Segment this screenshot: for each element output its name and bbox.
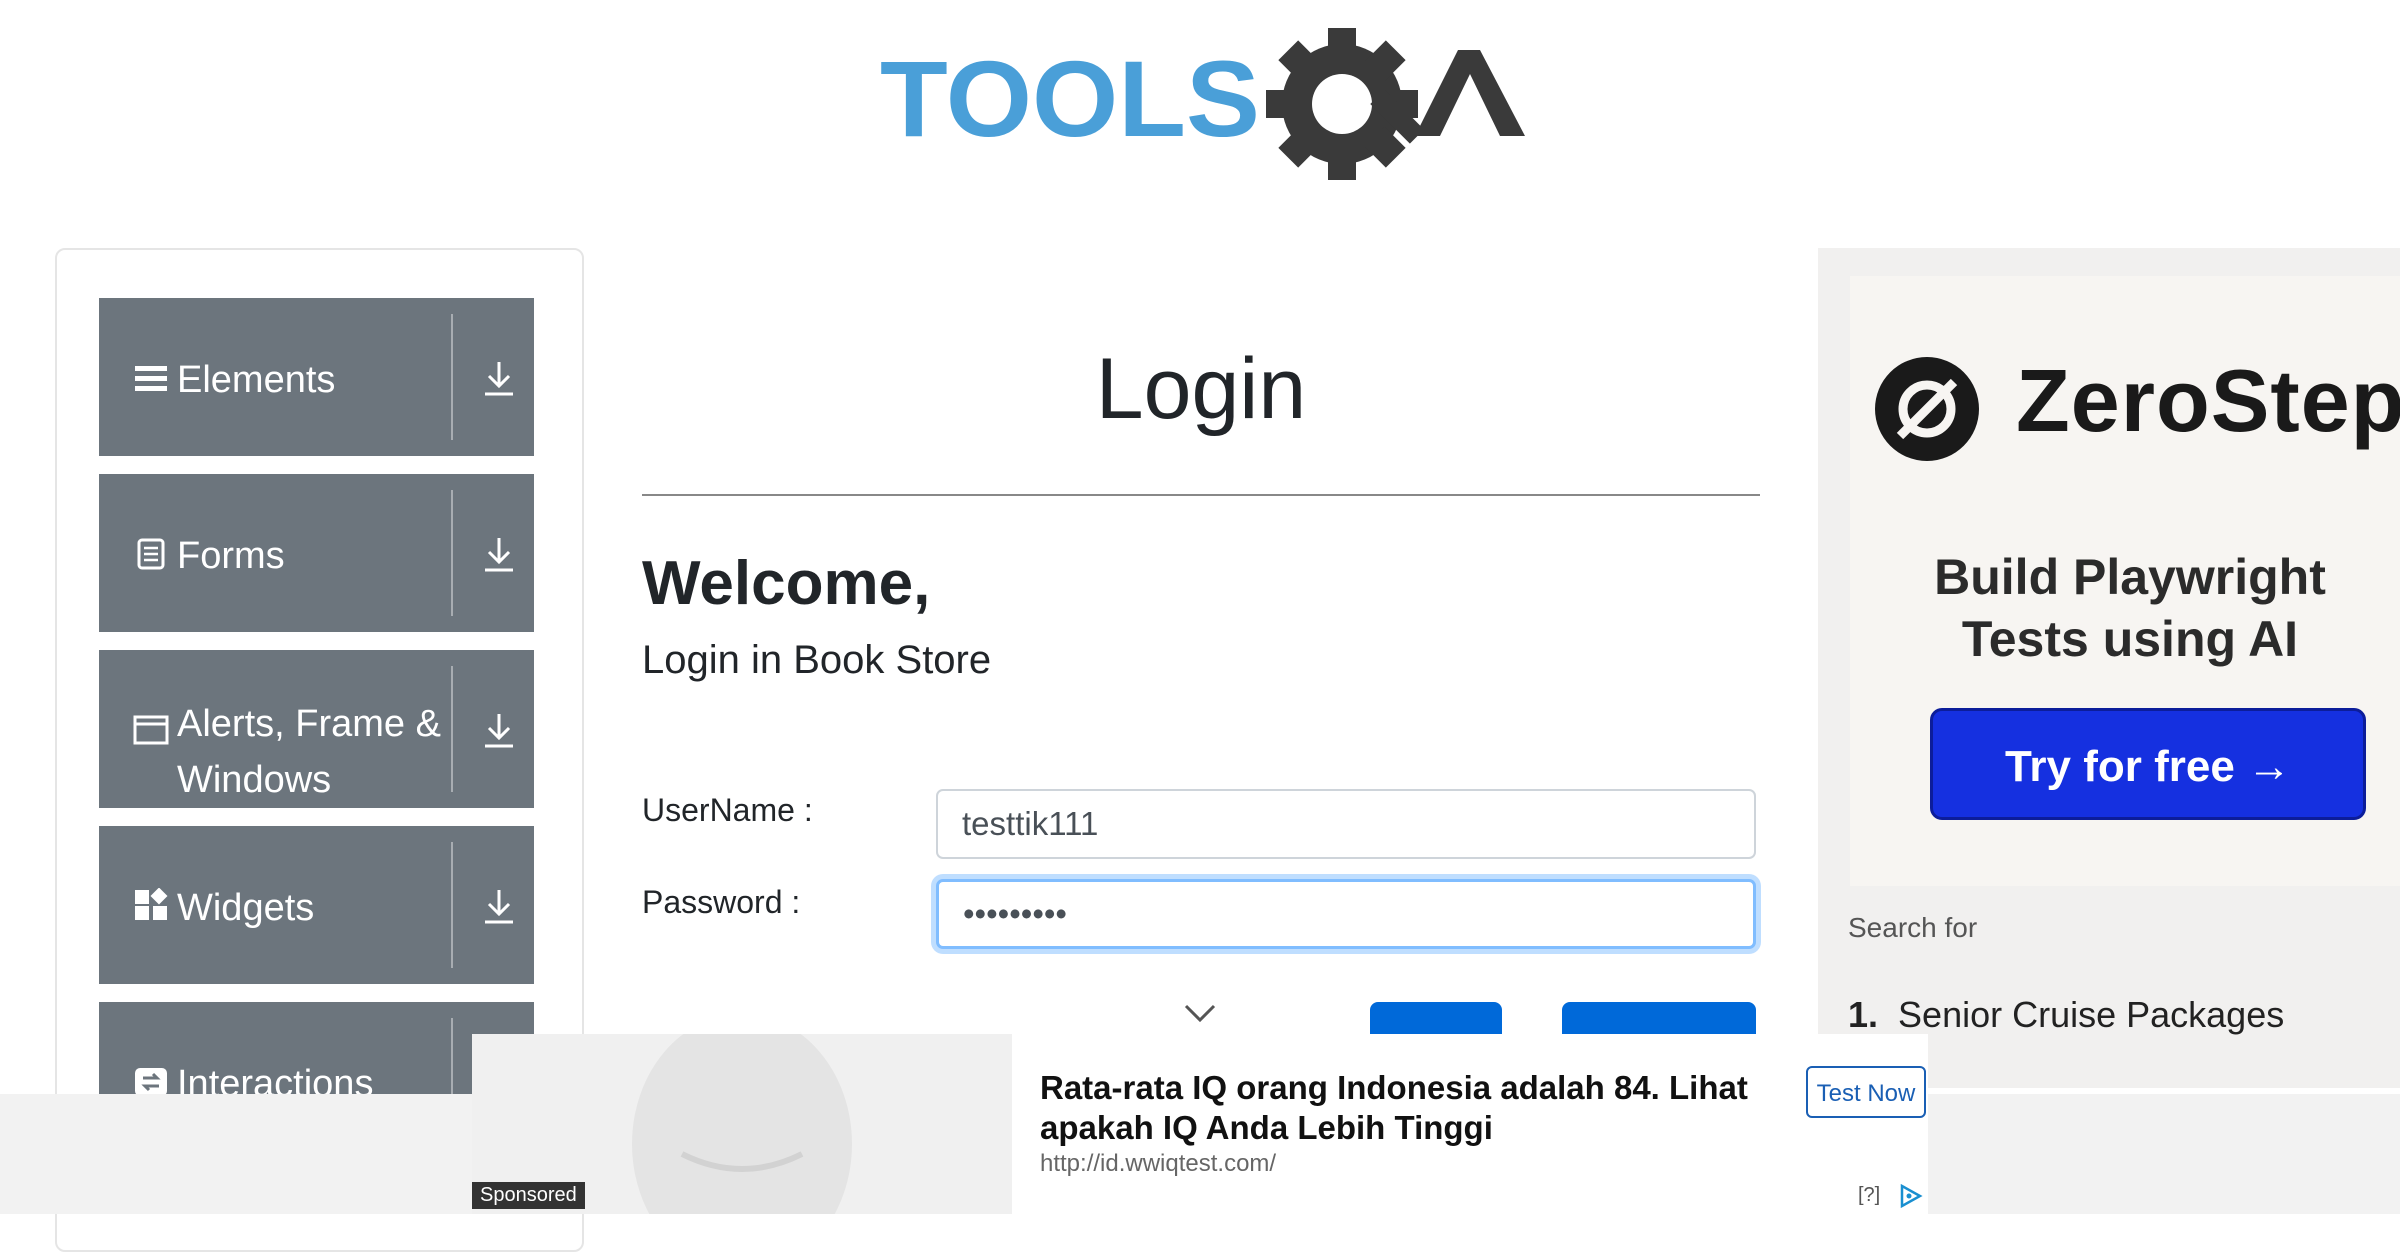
sidebar-item-elements[interactable]: Elements	[99, 298, 534, 456]
sidebar-item-label: Elements	[177, 359, 336, 401]
window-icon	[133, 715, 169, 745]
zerostep-logo-icon	[1875, 357, 1979, 461]
bottom-advertisement[interactable]: Sponsored Rata-rata IQ orang Indonesia a…	[472, 1034, 1928, 1214]
sidebar-item-label: Forms	[177, 535, 285, 577]
zerostep-ad-card[interactable]: ZeroStep Build Playwright Tests using AI…	[1850, 276, 2400, 886]
sidebar-item-label: Widgets	[177, 887, 315, 929]
ad-url[interactable]: http://id.wwiqtest.com/	[1040, 1150, 1276, 1178]
search-suggestion-link[interactable]: 1. Senior Cruise Packages	[1848, 994, 2284, 1036]
ad-help-link[interactable]: [?]	[1858, 1184, 1880, 1207]
try-for-free-button[interactable]: Try for free →	[1930, 708, 2366, 820]
right-advertisement[interactable]: ZeroStep Build Playwright Tests using AI…	[1818, 248, 2400, 1088]
logo-a-letter	[1415, 50, 1525, 136]
menu-lines-icon	[135, 366, 167, 391]
search-suggestion-text: Senior Cruise Packages	[1898, 994, 2285, 1035]
ad-tagline: Build Playwright Tests using AI	[1850, 546, 2400, 670]
search-for-label: Search for	[1848, 912, 1978, 943]
sponsored-label: Sponsored	[472, 1182, 585, 1209]
page-title: Login	[1095, 341, 1307, 437]
document-icon	[137, 538, 165, 570]
ad-tagline-line: Build Playwright	[1934, 549, 2326, 605]
sidebar-item-alerts-frame-windows[interactable]: Alerts, Frame & Windows	[99, 650, 534, 808]
test-now-button[interactable]: Test Now	[1806, 1066, 1926, 1118]
username-field[interactable]	[936, 789, 1756, 859]
chevron-down-icon[interactable]	[1180, 1000, 1220, 1028]
download-icon	[485, 714, 513, 748]
welcome-heading: Welcome,	[642, 549, 931, 618]
ad-image[interactable]: Sponsored	[472, 1034, 1012, 1214]
download-icon	[485, 538, 513, 572]
sidebar-item-forms[interactable]: Forms	[99, 474, 534, 632]
sidebar-item-widgets[interactable]: Widgets	[99, 826, 534, 984]
divider	[451, 666, 453, 792]
ad-headline[interactable]: Rata-rata IQ orang Indonesia adalah 84. …	[1040, 1068, 1770, 1148]
gear-icon	[1266, 28, 1425, 180]
username-label: UserName :	[642, 792, 813, 828]
download-icon	[485, 362, 513, 396]
toolsqa-logo[interactable]: TOOLS	[880, 28, 1530, 188]
password-field[interactable]	[936, 879, 1756, 949]
sidebar-item-label: Alerts, Frame & Windows	[177, 703, 441, 801]
divider	[451, 490, 453, 616]
login-subtitle: Login in Book Store	[642, 638, 992, 682]
download-icon	[485, 890, 513, 924]
search-suggestion-number: 1.	[1848, 994, 1879, 1035]
logo-tools-text: TOOLS	[880, 38, 1260, 159]
widgets-icon	[135, 888, 168, 920]
password-label: Password :	[642, 884, 801, 920]
adchoices-icon[interactable]	[1898, 1184, 1924, 1208]
title-divider	[642, 494, 1760, 496]
divider	[451, 842, 453, 968]
divider	[451, 314, 453, 440]
ad-tagline-line: Tests using AI	[1961, 611, 2299, 667]
zerostep-brand: ZeroStep	[2016, 351, 2400, 450]
